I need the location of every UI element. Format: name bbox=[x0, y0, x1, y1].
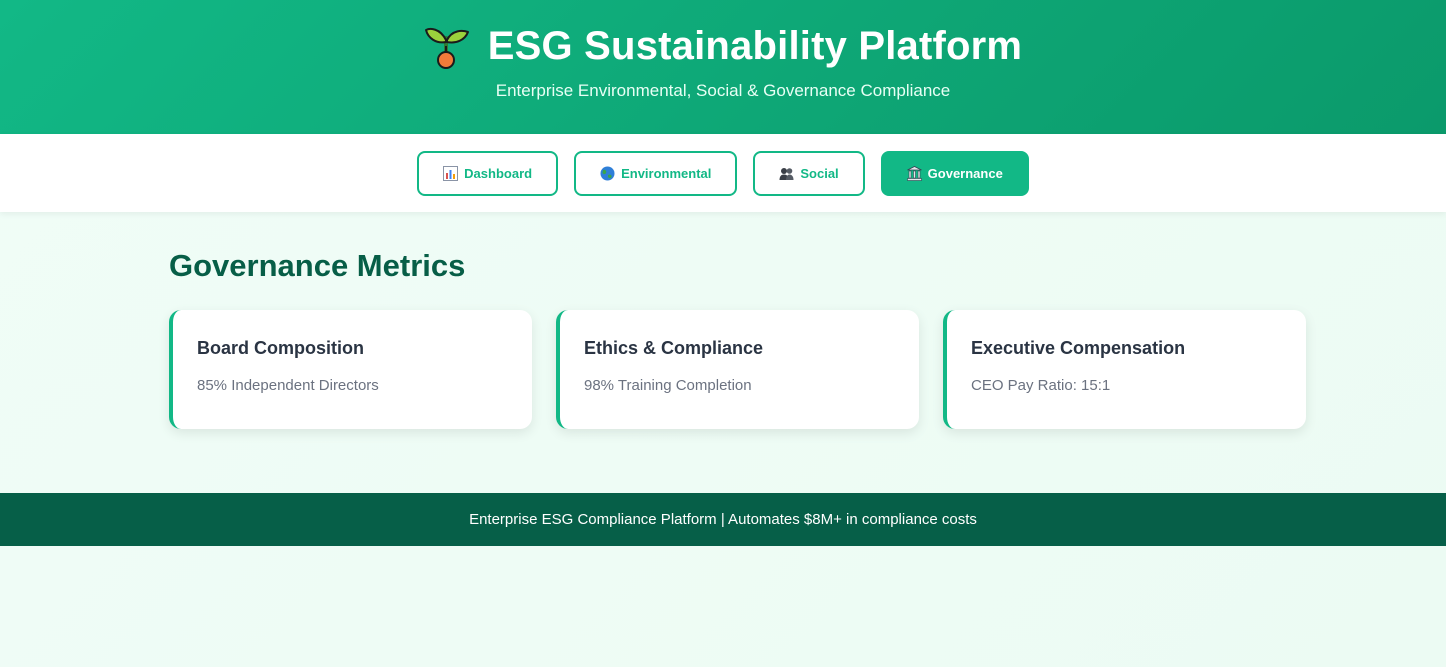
card-value: 98% Training Completion bbox=[584, 377, 752, 394]
people-icon bbox=[779, 166, 794, 181]
page-footer: Enterprise ESG Compliance Platform | Aut… bbox=[0, 493, 1446, 546]
main-nav: Dashboard Environmental Social Governanc… bbox=[0, 134, 1446, 212]
page-title: ESG Sustainability Platform bbox=[487, 23, 1023, 68]
tab-social-label: Social bbox=[800, 165, 839, 181]
metric-cards: Board Composition 85% Independent Direct… bbox=[169, 310, 1306, 429]
card-value: CEO Pay Ratio: 15:1 bbox=[971, 377, 1111, 394]
card-title: Ethics & Compliance bbox=[584, 338, 764, 358]
metric-card-ethics-compliance: Ethics & Compliance 98% Training Complet… bbox=[556, 310, 919, 429]
section-title: Governance Metrics bbox=[169, 248, 466, 283]
footer-text: Enterprise ESG Compliance Platform | Aut… bbox=[469, 511, 977, 528]
metric-card-board-composition: Board Composition 85% Independent Direct… bbox=[169, 310, 532, 429]
tab-governance[interactable]: Governance bbox=[880, 150, 1029, 196]
card-title: Board Composition bbox=[197, 338, 364, 358]
tab-environmental-label: Environmental bbox=[621, 165, 712, 181]
seedling-icon bbox=[424, 22, 470, 70]
tab-governance-label: Governance bbox=[927, 165, 1003, 181]
title-row: ESG Sustainability Platform bbox=[0, 22, 1446, 70]
bar-chart-icon bbox=[443, 165, 459, 181]
globe-icon bbox=[600, 166, 615, 181]
page-subtitle: Enterprise Environmental, Social & Gover… bbox=[495, 81, 951, 100]
card-title: Executive Compensation bbox=[971, 338, 1186, 358]
tab-social[interactable]: Social bbox=[753, 150, 865, 196]
page-header: ESG Sustainability Platform Enterprise E… bbox=[0, 0, 1446, 134]
tab-dashboard-label: Dashboard bbox=[464, 165, 533, 181]
tab-dashboard[interactable]: Dashboard bbox=[417, 150, 559, 196]
card-value: 85% Independent Directors bbox=[197, 377, 379, 394]
classical-building-icon bbox=[906, 165, 922, 181]
metric-card-executive-compensation: Executive Compensation CEO Pay Ratio: 15… bbox=[943, 310, 1306, 429]
tab-environmental[interactable]: Environmental bbox=[574, 150, 738, 196]
main-content: Governance Metrics Board Composition 85%… bbox=[0, 212, 1446, 493]
